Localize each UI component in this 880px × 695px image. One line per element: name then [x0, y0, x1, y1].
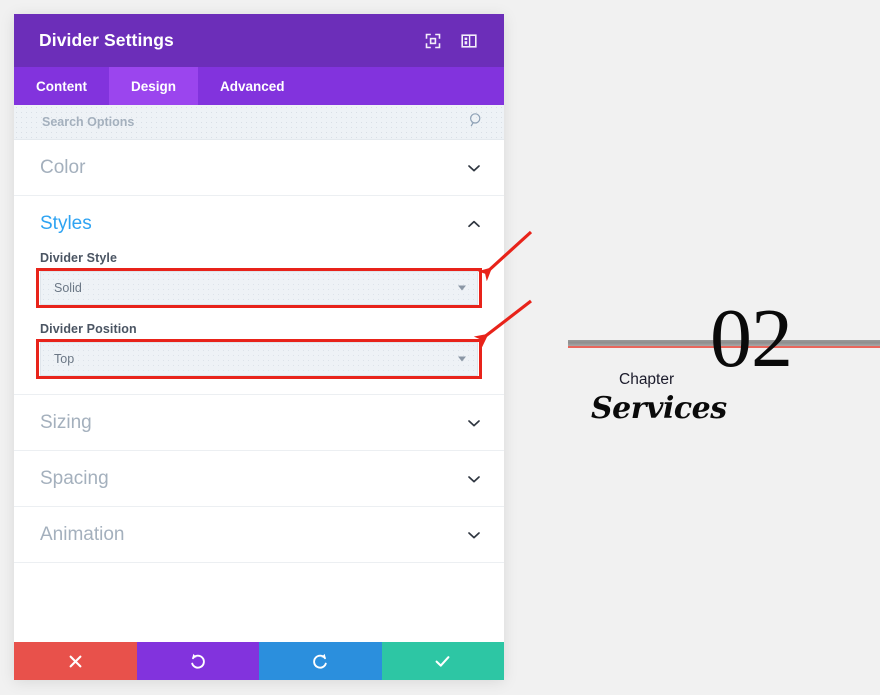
highlight-box-divider-style [36, 268, 482, 308]
chapter-number: 02 [710, 297, 792, 381]
save-button[interactable] [382, 642, 505, 680]
section-animation-title: Animation [40, 524, 466, 546]
section-styles: Styles Divider Style Solid [14, 196, 504, 395]
redo-icon [312, 653, 329, 670]
chevron-down-icon[interactable] [466, 471, 482, 487]
search-input[interactable] [40, 114, 468, 130]
divider-position-value: Top [54, 352, 74, 366]
divider-preview-area: 02 Chapter Services [520, 0, 880, 695]
checkmark-icon [434, 653, 451, 670]
chapter-name: Services [591, 391, 727, 426]
section-sizing-title: Sizing [40, 412, 466, 434]
section-color-title: Color [40, 157, 466, 179]
section-spacing: Spacing [14, 451, 504, 507]
section-styles-title: Styles [40, 213, 466, 235]
section-spacing-header[interactable]: Spacing [14, 451, 504, 506]
redo-button[interactable] [259, 642, 382, 680]
undo-icon [189, 653, 206, 670]
chevron-down-icon[interactable] [466, 415, 482, 431]
field-divider-style: Divider Style Solid [40, 251, 478, 305]
focus-target-icon[interactable] [420, 28, 446, 54]
chevron-down-icon[interactable] [466, 160, 482, 176]
tab-content[interactable]: Content [14, 67, 109, 105]
cancel-button[interactable] [14, 642, 137, 680]
search-options-row [14, 105, 504, 140]
divider-position-select[interactable]: Top [40, 342, 478, 376]
close-icon [68, 654, 83, 669]
section-styles-header[interactable]: Styles [14, 196, 504, 251]
chapter-label: Chapter [619, 371, 674, 389]
section-sizing-header[interactable]: Sizing [14, 395, 504, 450]
layout-panel-icon[interactable] [456, 28, 482, 54]
panel-footer [14, 642, 504, 680]
section-styles-body: Divider Style Solid Divider Position Top [14, 251, 504, 394]
section-sizing: Sizing [14, 395, 504, 451]
divider-settings-panel: Divider Settings Content Design Advanced [14, 14, 504, 680]
section-spacing-title: Spacing [40, 468, 466, 490]
search-icon[interactable] [468, 112, 484, 133]
panel-title: Divider Settings [39, 30, 410, 51]
chevron-down-icon [458, 357, 466, 362]
chevron-down-icon [458, 286, 466, 291]
highlight-box-divider-position [36, 339, 482, 379]
section-color-header[interactable]: Color [14, 140, 504, 195]
divider-style-value: Solid [54, 281, 82, 295]
section-color: Color [14, 140, 504, 196]
tab-advanced[interactable]: Advanced [198, 67, 307, 105]
chevron-up-icon[interactable] [466, 216, 482, 232]
divider-position-label: Divider Position [40, 322, 478, 336]
divider-style-select[interactable]: Solid [40, 271, 478, 305]
tab-design[interactable]: Design [109, 67, 198, 105]
panel-body: Color Styles Divider S [14, 140, 504, 642]
divider-style-label: Divider Style [40, 251, 478, 265]
undo-button[interactable] [137, 642, 260, 680]
section-animation: Animation [14, 507, 504, 563]
panel-header: Divider Settings [14, 14, 504, 67]
field-divider-position: Divider Position Top [40, 322, 478, 376]
chevron-down-icon[interactable] [466, 527, 482, 543]
tab-bar: Content Design Advanced [14, 67, 504, 105]
section-animation-header[interactable]: Animation [14, 507, 504, 562]
